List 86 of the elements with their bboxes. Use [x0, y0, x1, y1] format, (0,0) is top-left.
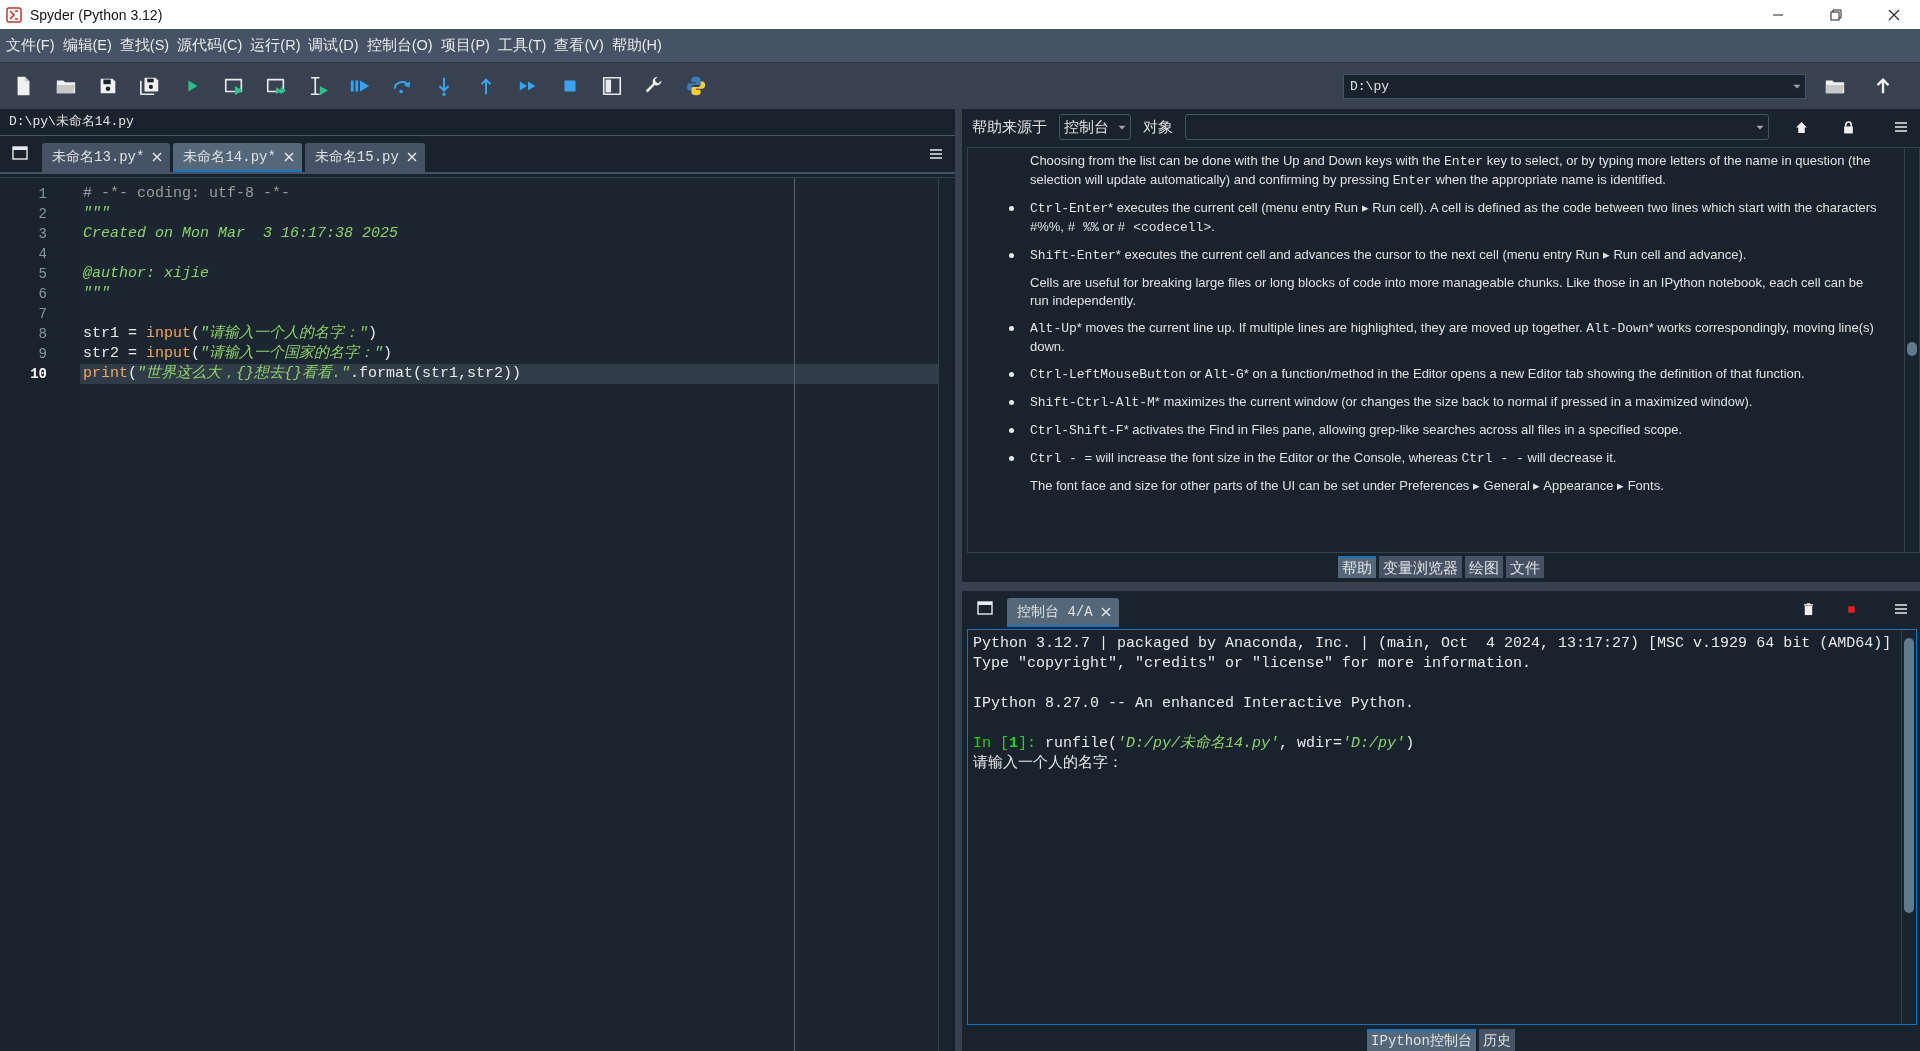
code-line: # -*- coding: utf-8 -*- — [83, 185, 291, 202]
help-paragraph: Ctrl-Shift-F* activates the Find in Files pane, allowing grep-like searches across all files in a specified scope. — [1030, 422, 1683, 437]
scrollbar[interactable] — [1901, 630, 1916, 1024]
code-line: str2 = input("请输入一个国家的名字：") — [83, 345, 393, 362]
window-icon[interactable] — [12, 146, 28, 160]
menu-item[interactable]: 项目(P) — [440, 36, 490, 55]
code-line: Created on Mon Mar 3 16:17:38 2025 — [83, 225, 399, 242]
help-paragraph: Cells are useful for breaking large files or long blocks of code into more manageable chunks. Like those in an IPython notebook, each cell can be run independently. — [1030, 275, 1864, 308]
menu-item[interactable]: 文件(F) — [6, 36, 55, 55]
help-paragraph: Shift-Enter* executes the current cell and advances the cursor to the next cell (menu entry Run ▸ Run cell and advance). — [1030, 247, 1747, 262]
line-number: 1 — [37, 185, 48, 204]
source-dropdown[interactable]: 控制台 — [1059, 114, 1131, 140]
editor-tab[interactable]: 未命名13.py* — [42, 143, 171, 172]
stop-icon[interactable] — [1845, 603, 1858, 616]
menu-item[interactable]: 源代码(C) — [177, 36, 243, 55]
python-icon[interactable] — [685, 75, 707, 97]
console-line: 请输入一个人的名字： — [973, 755, 1123, 772]
panel-icon[interactable] — [601, 75, 623, 97]
help-source-label: 帮助来源于 — [972, 117, 1047, 137]
line-number: 2 — [37, 205, 48, 224]
window-title: Spyder (Python 3.12) — [30, 6, 163, 23]
file-path: D:\py\未命名14.py — [0, 109, 955, 136]
line-number: 5 — [37, 265, 48, 284]
bullet-icon — [1009, 400, 1014, 405]
bullet-icon — [1009, 206, 1014, 211]
home-icon[interactable] — [1795, 120, 1808, 134]
scrollbar[interactable] — [1904, 148, 1919, 552]
line-number: 7 — [37, 305, 48, 324]
console-panel[interactable] — [967, 629, 1917, 1025]
line-number: 6 — [37, 285, 48, 304]
pane-tab[interactable]: 绘图 — [1465, 556, 1503, 578]
bullet-icon — [1009, 253, 1014, 258]
menu-item[interactable]: 调试(D) — [308, 36, 359, 55]
menu-item[interactable]: 工具(T) — [497, 36, 547, 55]
object-label: 对象 — [1143, 117, 1173, 137]
menu-item[interactable]: 查看(V) — [554, 36, 604, 55]
help-paragraph: The font face and size for other parts of the UI can be set under Preferences ▸ General ▸ Appearance ▸ Fonts. — [1030, 478, 1664, 493]
menu-item[interactable]: 帮助(H) — [611, 36, 662, 55]
help-paragraph: Shift-Ctrl-Alt-M* maximizes the current window (or changes the size back to normal if pressed in a maximized window). — [1030, 394, 1753, 409]
line-number: 4 — [37, 245, 48, 264]
bullet-icon — [1009, 456, 1014, 461]
help-paragraph: Alt-Up* moves the current line up. If multiple lines are highlighted, they are moved up together. Alt-Down* works correspondingly, moving line(s) down. — [1030, 320, 1874, 354]
pane-tab[interactable]: IPython控制台 — [1367, 1029, 1476, 1051]
code-line: str1 = input("请输入一个人的名字：") — [83, 325, 378, 342]
path-field[interactable]: D:\py — [1343, 73, 1806, 99]
code-line: @author: xijie — [83, 265, 210, 282]
line-number: 10 — [29, 365, 48, 384]
bullet-icon — [1009, 326, 1014, 331]
help-paragraph: Choosing from the list can be done with the Up and Down keys with the Enter key to select, or by typing more letters of the name in question (the selection will update automatically) and confirming by pressing Enter when the appropriate name is identified. — [1030, 153, 1871, 187]
pane-tab[interactable]: 历史 — [1478, 1029, 1515, 1051]
close-icon[interactable] — [1888, 8, 1900, 21]
help-paragraph: Ctrl-Enter* executes the current cell (menu entry Run ▸ Run cell). A cell is defined as the code between two lines which start with the characters #%%, # %% or # <codecell>. — [1030, 200, 1877, 234]
line-number: 8 — [37, 325, 48, 344]
console-line: Type "copyright", "credits" or "license" for more information. — [973, 655, 1532, 672]
bullet-icon — [1009, 428, 1014, 433]
line-number: 3 — [37, 225, 48, 244]
console-line: Python 3.12.7 | packaged by Anaconda, Inc. | (main, Oct 4 2024, 13:17:27) [MSC v.1929 64 bit (AMD64)] — [973, 635, 1892, 652]
app-logo-icon — [6, 6, 22, 23]
pane-tab[interactable]: 变量浏览器 — [1379, 556, 1462, 578]
menu-item[interactable]: 运行(R) — [250, 36, 301, 55]
console-line: IPython 8.27.0 -- An enhanced Interactive Python. — [973, 695, 1415, 712]
code-line: """ — [83, 205, 110, 222]
menu-icon[interactable] — [1894, 603, 1908, 615]
lock-icon[interactable] — [1842, 120, 1855, 134]
console-line: In [1]: runfile('D:/py/未命名14.py', wdir='D:/py') — [973, 735, 1415, 752]
help-paragraph: Ctrl-LeftMouseButton or Alt-G* on a function/method in the Editor opens a new Editor tab showing the definition of that function. — [1030, 366, 1805, 381]
save-all-icon[interactable] — [139, 75, 161, 97]
editor-tab[interactable]: 未命名14.py* — [173, 143, 302, 172]
code-line: """ — [83, 285, 110, 302]
menu-item[interactable]: 查找(S) — [119, 36, 170, 55]
editor-tab[interactable]: 未命名15.py — [304, 143, 425, 172]
menu-icon[interactable] — [929, 148, 943, 160]
trash-icon[interactable] — [1802, 603, 1815, 616]
line-number: 9 — [37, 345, 48, 364]
pane-tab[interactable]: 文件 — [1506, 556, 1544, 578]
restore-icon[interactable] — [1830, 8, 1842, 21]
menu-item[interactable]: 编辑(E) — [62, 36, 112, 55]
object-field[interactable] — [1185, 114, 1769, 140]
pane-tab[interactable]: 帮助 — [1338, 556, 1376, 578]
window-icon[interactable] — [977, 601, 993, 615]
menu-item[interactable]: 控制台(O) — [366, 36, 433, 55]
code-line: print("世界这么大，{}想去{}看看.".format(str1,str2)) — [83, 365, 522, 382]
help-paragraph: Ctrl - = will increase the font size in the Editor or the Console, whereas Ctrl - - will decrease it. — [1030, 450, 1617, 465]
console-tab[interactable]: 控制台 4/A — [1007, 598, 1119, 627]
bullet-icon — [1009, 372, 1014, 377]
menu-icon[interactable] — [1894, 121, 1908, 133]
